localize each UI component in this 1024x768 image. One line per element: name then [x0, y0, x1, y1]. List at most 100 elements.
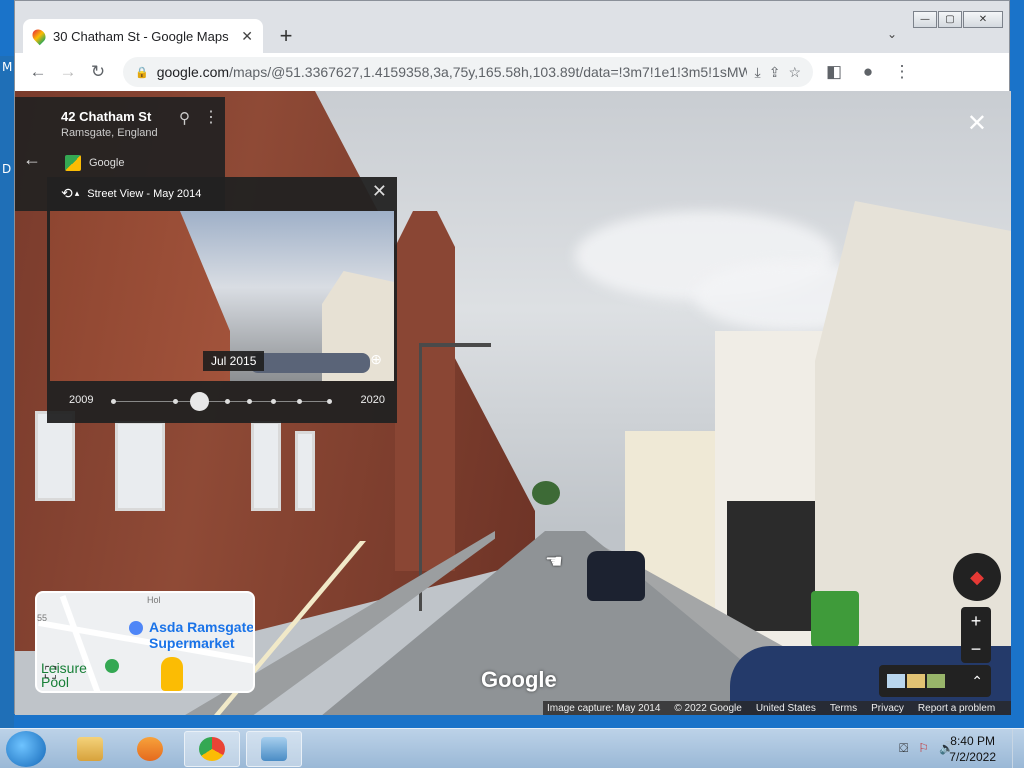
window-pane [35, 411, 75, 501]
image-capture-text: Image capture: May 2014 [547, 702, 661, 714]
zoom-controls: + − [961, 607, 991, 663]
region-link[interactable]: United States [756, 703, 816, 714]
back-arrow-icon[interactable]: ← [23, 149, 41, 170]
map-road-number: 55 [37, 613, 48, 623]
media-player-icon [137, 737, 163, 761]
pegman-icon [161, 657, 183, 691]
share-icon[interactable]: ⇪ [769, 64, 781, 81]
zoom-out-button[interactable]: − [971, 639, 982, 660]
park-pin-icon [105, 659, 119, 673]
minimap[interactable]: Hol 55 Asda Ramsgate Supermarket Leisure… [35, 591, 255, 693]
map-store-label[interactable]: Asda Ramsgate Supermarket [149, 619, 253, 651]
lock-icon[interactable]: 🔒 [135, 66, 149, 79]
timeline-dot[interactable] [271, 399, 276, 404]
window-pane [295, 431, 315, 511]
google-watermark: Google [481, 667, 557, 692]
tab-search-icon[interactable]: ⌄ [887, 27, 897, 41]
hand-cursor-icon: ☚ [545, 549, 563, 573]
browser-toolbar: ← → ↻ 🔒 google.com/maps/@51.3367627,1.41… [15, 53, 1009, 91]
clock-date: 7/2/2022 [949, 750, 996, 764]
bookmark-star-icon[interactable]: ☆ [788, 64, 801, 81]
zoom-in-button[interactable]: + [971, 611, 982, 632]
desktop-icon-label-d[interactable]: D [2, 162, 11, 176]
tab-google-maps[interactable]: 30 Chatham St - Google Maps ✕ [23, 19, 263, 53]
place-title: 42 Chatham St [61, 109, 152, 124]
browser-menu-icon[interactable]: ⋮ [887, 57, 917, 87]
install-icon[interactable]: ⤓ [755, 64, 761, 81]
window-controls: — ▢ ✕ [913, 11, 1003, 28]
tab-close-icon[interactable]: ✕ [241, 28, 253, 45]
control-panel-button[interactable] [246, 731, 302, 767]
show-desktop-button[interactable] [1012, 729, 1024, 768]
street-view-viewport[interactable]: ☚ ✕ ← 42 Chatham St Ramsgate, England ⚲ … [15, 91, 1011, 715]
clock[interactable]: 8:40 PM 7/2/2022 [949, 733, 996, 765]
start-button[interactable] [6, 731, 46, 767]
compass-icon[interactable]: ◆ [953, 553, 1001, 601]
timeline-dot[interactable] [111, 399, 116, 404]
street-lamp-arm [419, 343, 491, 347]
zoom-thumbnail-icon[interactable]: ⊕ [370, 351, 382, 368]
back-button[interactable]: ← [23, 57, 53, 87]
green-bin [811, 591, 859, 647]
maps-favicon-icon [29, 26, 49, 46]
time-machine-close-icon[interactable]: ✕ [372, 181, 387, 202]
church-tower [395, 211, 455, 571]
timeline-dot[interactable] [247, 399, 252, 404]
time-machine-header[interactable]: ⟲ ▴ Street View - May 2014 [61, 185, 201, 202]
google-contributor-icon [65, 155, 81, 171]
chrome-taskbar-button[interactable] [184, 731, 240, 767]
minimize-button[interactable]: — [913, 11, 937, 28]
timeline-slider-handle[interactable] [189, 392, 209, 411]
window-pane [115, 421, 165, 511]
network-icon[interactable]: ⛋ [899, 741, 908, 756]
close-street-view-button[interactable]: ✕ [967, 109, 987, 137]
url-path: /maps/@51.3367627,1.4159358,3a,75y,165.5… [229, 64, 747, 80]
profile-avatar[interactable]: ● [853, 57, 883, 87]
taskbar: ⛋ ⚐ 🔊 8:40 PM 7/2/2022 [0, 728, 1024, 768]
parked-car [587, 551, 645, 601]
timeline-dot[interactable] [327, 399, 332, 404]
layer-thumb[interactable] [887, 674, 905, 688]
expand-map-icon[interactable]: ⛶ [45, 665, 56, 683]
address-bar[interactable]: 🔒 google.com/maps/@51.3367627,1.4159358,… [123, 57, 813, 87]
report-problem-link[interactable]: Report a problem [918, 703, 995, 714]
side-panel-icon[interactable]: ◧ [819, 57, 849, 87]
copyright-text: © 2022 Google [674, 702, 742, 714]
shopping-cart-icon [129, 621, 143, 635]
layer-thumb[interactable] [927, 674, 945, 688]
terms-link[interactable]: Terms [830, 703, 857, 714]
tab-title: 30 Chatham St - Google Maps [53, 28, 229, 44]
maximize-button[interactable]: ▢ [938, 11, 962, 28]
privacy-link[interactable]: Privacy [871, 703, 904, 714]
window-pane [251, 421, 281, 511]
timeline-dot[interactable] [173, 399, 178, 404]
year-end: 2020 [360, 394, 385, 406]
forward-button[interactable]: → [53, 57, 83, 87]
caret-up-icon: ▴ [74, 188, 80, 198]
folder-icon [77, 737, 103, 761]
expand-up-icon[interactable]: ⌃ [971, 673, 983, 690]
layer-thumb[interactable] [907, 674, 925, 688]
pin-icon[interactable]: ⚲ [179, 109, 190, 127]
media-player-button[interactable] [122, 731, 178, 767]
compass-needle: ◆ [970, 566, 984, 587]
url-text[interactable]: google.com/maps/@51.3367627,1.4159358,3a… [157, 64, 747, 80]
timeline-dot[interactable] [225, 399, 230, 404]
year-start: 2009 [69, 394, 94, 406]
tree [532, 481, 560, 505]
timeline-dot[interactable] [297, 399, 302, 404]
chrome-icon [199, 737, 225, 761]
desktop-icon-label-m[interactable]: M [2, 60, 12, 74]
time-machine-panel: ⟲ ▴ Street View - May 2014 ✕ ⊕ Jul 2015 … [47, 177, 397, 423]
system-tray: ⛋ ⚐ 🔊 [899, 741, 954, 756]
more-options-icon[interactable]: ⋮ [203, 107, 219, 127]
action-center-icon[interactable]: ⚐ [918, 741, 929, 756]
file-explorer-button[interactable] [62, 731, 118, 767]
reload-button[interactable]: ↻ [83, 57, 113, 87]
close-window-button[interactable]: ✕ [963, 11, 1003, 28]
source-label: Google [89, 157, 125, 169]
new-tab-button[interactable]: + [275, 23, 297, 48]
imagery-strip[interactable]: ⌃ [879, 665, 991, 697]
street-lamp [419, 346, 422, 611]
map-road-label: Hol [147, 595, 161, 605]
